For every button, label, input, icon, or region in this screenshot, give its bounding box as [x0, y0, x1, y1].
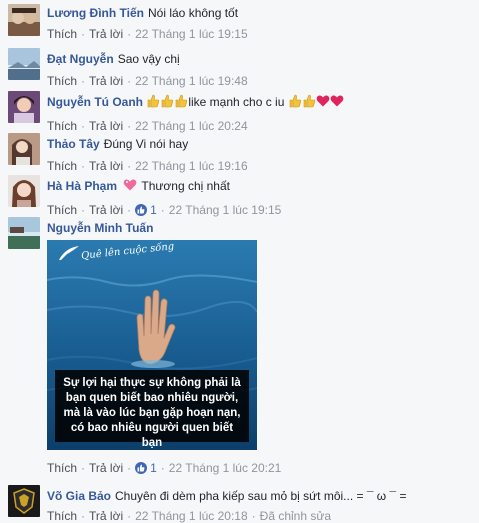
timestamp[interactable]: 22 Tháng 1 lúc 20:18 [135, 509, 248, 523]
like-count-icon[interactable] [135, 204, 148, 216]
reply-link[interactable]: Trả lời [89, 119, 123, 133]
avatar[interactable] [8, 48, 40, 80]
commenter-name[interactable]: Thảo Tây [47, 137, 100, 151]
avatar[interactable] [8, 133, 40, 165]
like-link[interactable]: Thích [47, 461, 77, 475]
timestamp[interactable]: 22 Tháng 1 lúc 19:48 [135, 74, 248, 88]
avatar[interactable] [8, 4, 40, 36]
avatar[interactable] [8, 217, 40, 249]
thumbs-up-icon [174, 94, 188, 112]
reply-link[interactable]: Trả lời [89, 74, 123, 88]
thumbs-up-icon [302, 94, 316, 112]
like-count[interactable]: 1 [150, 461, 157, 475]
reply-link[interactable]: Trả lời [89, 461, 123, 475]
timestamp[interactable]: 22 Tháng 1 lúc 19:15 [169, 203, 282, 217]
timestamp[interactable]: 22 Tháng 1 lúc 20:24 [135, 119, 248, 133]
like-link[interactable]: Thích [47, 27, 77, 41]
commenter-name[interactable]: Lương Đình Tiến [47, 6, 144, 20]
reply-link[interactable]: Trả lời [89, 509, 123, 523]
comment-text: Thương chị nhất [141, 179, 230, 193]
like-count-icon[interactable] [135, 462, 148, 474]
heart-icon [316, 94, 330, 112]
reply-link[interactable]: Trả lời [89, 27, 123, 41]
comment-photo[interactable]: Quê lên cuộc sống Sự lợi hại thực sự khô… [47, 240, 257, 450]
comment-text: Nói láo không tốt [148, 6, 239, 20]
commenter-name[interactable]: Hà Hà Phạm [47, 179, 117, 193]
like-link[interactable]: Thích [47, 74, 77, 88]
heart-icon [330, 94, 344, 112]
edited-label[interactable]: Đã chỉnh sửa [260, 509, 331, 523]
like-link[interactable]: Thích [47, 509, 77, 523]
like-count[interactable]: 1 [150, 203, 157, 217]
comment-text: Sao vậy chị [117, 52, 180, 66]
avatar[interactable] [8, 91, 40, 123]
comment-text: like mạnh cho c iu [188, 95, 285, 109]
timestamp[interactable]: 22 Tháng 1 lúc 19:15 [135, 27, 248, 41]
thumbs-up-icon [288, 94, 302, 112]
thumbs-up-icon [146, 94, 160, 112]
commenter-name[interactable]: Nguyễn Tú Oanh [47, 95, 143, 109]
timestamp[interactable]: 22 Tháng 1 lúc 20:21 [169, 461, 282, 475]
comment-text: Đúng Vi nói hay [103, 137, 189, 151]
reply-link[interactable]: Trả lời [89, 203, 123, 217]
photo-caption: Sự lợi hại thực sự không phải là bạn que… [55, 370, 249, 449]
like-link[interactable]: Thích [47, 119, 77, 133]
commenter-name[interactable]: Nguyễn Minh Tuấn [47, 221, 153, 235]
like-link[interactable]: Thích [47, 203, 77, 217]
feather-logo-icon [59, 246, 79, 260]
timestamp[interactable]: 22 Tháng 1 lúc 19:16 [135, 159, 248, 173]
like-link[interactable]: Thích [47, 159, 77, 173]
avatar[interactable] [8, 175, 40, 207]
avatar[interactable] [8, 485, 40, 517]
thumbs-up-icon [160, 94, 174, 112]
sparkling-heart-icon [123, 178, 137, 196]
comment-text: Chuyên đi dèm pha kiếp sau mỏ bị sứt môi… [115, 489, 407, 503]
reply-link[interactable]: Trả lời [89, 159, 123, 173]
commenter-name[interactable]: Đạt Nguyễn [47, 52, 114, 66]
commenter-name[interactable]: Võ Gia Bảo [47, 489, 111, 503]
